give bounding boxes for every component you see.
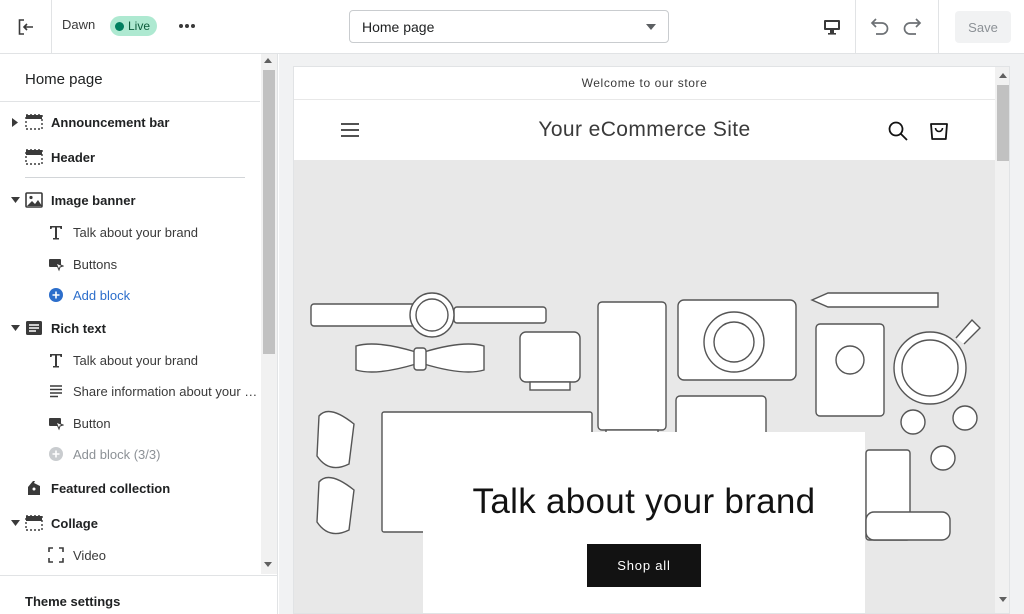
live-label: Live — [128, 19, 151, 33]
image-icon — [25, 191, 43, 209]
sidebar-item-announcement-bar[interactable]: Announcement bar — [0, 108, 260, 136]
sidebar-block-heading[interactable]: Talk about your brand — [0, 218, 260, 246]
redo-button[interactable] — [900, 14, 926, 40]
sidebar-item-label: Talk about your brand — [73, 352, 199, 368]
sidebar-title-divider — [0, 101, 260, 102]
sidebar-item-header[interactable]: Header — [0, 143, 260, 171]
store-preview-frame: Welcome to our store Your eCommerce Site — [293, 66, 1010, 614]
caret-down-icon[interactable] — [10, 195, 20, 205]
announcement-bar-icon — [25, 113, 43, 131]
sidebar-item-collage[interactable]: Collage — [0, 509, 260, 537]
sections-sidebar: Home page Announcement bar Header Image … — [0, 54, 278, 614]
menu-icon[interactable] — [340, 121, 360, 139]
search-icon[interactable] — [887, 120, 909, 142]
announcement-bar: Welcome to our store — [294, 67, 995, 100]
page-selector-value: Home page — [362, 18, 435, 35]
sidebar-item-label: Video — [73, 547, 107, 563]
sidebar-title: Home page — [25, 71, 103, 88]
collage-icon — [25, 514, 43, 532]
text-icon — [47, 351, 65, 369]
redo-icon — [903, 18, 922, 35]
sidebar-block-text[interactable]: Share information about your brand — [0, 377, 260, 405]
sidebar-block-heading[interactable]: Talk about your brand — [0, 346, 260, 374]
cart-icon[interactable] — [928, 118, 950, 142]
sidebar-item-rich-text[interactable]: Rich text — [0, 314, 260, 342]
add-circle-icon — [47, 286, 65, 304]
tag-icon — [25, 479, 43, 497]
paragraph-icon — [47, 382, 65, 400]
more-horizontal-icon — [179, 24, 195, 28]
preview-area: Welcome to our store Your eCommerce Site — [279, 54, 1024, 614]
add-block-label: Add block — [73, 287, 131, 303]
live-dot-icon — [115, 21, 124, 31]
rich-text-icon — [25, 319, 43, 337]
sidebar-item-label: Talk about your brand — [73, 224, 199, 240]
theme-name: Dawn — [62, 17, 96, 32]
scroll-up-icon[interactable] — [264, 58, 272, 63]
sidebar-item-label: Header — [51, 149, 96, 165]
header-icon — [25, 148, 43, 166]
sidebar-item-label: Announcement bar — [51, 114, 170, 130]
caret-right-icon[interactable] — [10, 117, 20, 127]
exit-icon — [18, 18, 33, 35]
undo-icon — [870, 18, 889, 35]
add-block-label: Add block (3/3) — [73, 446, 161, 462]
device-preview-button[interactable] — [808, 0, 856, 53]
sidebar-divider — [25, 177, 245, 178]
sidebar-item-label: Collage — [51, 515, 98, 531]
more-actions-button[interactable] — [176, 16, 198, 36]
add-block-button-disabled[interactable]: Add block (3/3) — [0, 440, 260, 468]
sidebar-item-label: Button — [73, 415, 111, 431]
text-icon — [47, 223, 65, 241]
image-banner[interactable]: Talk about your brand Shop all — [294, 160, 995, 613]
desktop-icon — [823, 19, 840, 35]
caret-down-icon[interactable] — [10, 323, 20, 333]
video-icon — [47, 546, 65, 564]
button-icon — [47, 414, 65, 432]
store-header: Your eCommerce Site — [294, 100, 995, 160]
sidebar-block-buttons[interactable]: Buttons — [0, 250, 260, 278]
sidebar-item-featured-collection[interactable]: Featured collection — [0, 474, 260, 502]
theme-settings-label: Theme settings — [25, 594, 121, 609]
editor-topbar: Dawn Live Home page Save — [0, 0, 1024, 54]
sidebar-item-label: Share information about your brand — [73, 383, 258, 399]
scroll-down-icon[interactable] — [999, 597, 1007, 602]
sidebar-item-label: Rich text — [51, 320, 106, 336]
save-button[interactable]: Save — [955, 11, 1011, 43]
live-status-badge: Live — [110, 16, 158, 36]
caret-down-icon — [646, 24, 656, 30]
sidebar-scrollbar-thumb[interactable] — [263, 70, 275, 354]
banner-heading: Talk about your brand — [472, 482, 816, 521]
add-circle-icon — [47, 445, 65, 463]
caret-down-icon[interactable] — [10, 518, 20, 528]
topbar-divider — [938, 0, 939, 53]
scroll-down-icon[interactable] — [264, 562, 272, 567]
sidebar-block-button[interactable]: Button — [0, 409, 260, 437]
sidebar-item-label: Image banner — [51, 192, 136, 208]
add-block-button[interactable]: Add block — [0, 281, 260, 309]
sidebar-item-label: Buttons — [73, 256, 118, 272]
exit-button[interactable] — [0, 0, 52, 53]
undo-button[interactable] — [866, 14, 892, 40]
sidebar-item-image-banner[interactable]: Image banner — [0, 186, 260, 214]
page-selector[interactable]: Home page — [349, 10, 669, 43]
sidebar-block-video[interactable]: Video — [0, 541, 260, 569]
scroll-up-icon[interactable] — [999, 73, 1007, 78]
button-icon — [47, 255, 65, 273]
shop-all-button[interactable]: Shop all — [587, 544, 701, 587]
preview-scrollbar-thumb[interactable] — [997, 85, 1009, 161]
sidebar-item-label: Featured collection — [51, 480, 171, 496]
theme-settings-button[interactable]: Theme settings — [0, 575, 277, 614]
banner-content-box: Talk about your brand Shop all — [423, 432, 865, 613]
